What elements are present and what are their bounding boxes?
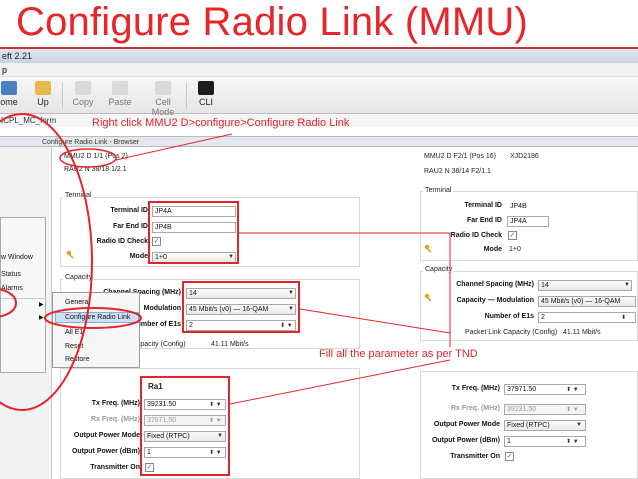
annotation-connector <box>239 232 451 347</box>
annotation-connector <box>299 308 451 334</box>
annotation-ellipse-configure <box>0 288 17 318</box>
annotation-overlay <box>0 113 451 411</box>
annotation-ellipse-left <box>0 113 93 411</box>
annotation-top: Right click MMU2 D>configure>Configure R… <box>92 117 350 129</box>
annotation-ellipse-submenu <box>44 307 142 329</box>
annotation-connector <box>229 359 451 405</box>
annotation-ellipse-node <box>59 148 117 168</box>
annotation-connector <box>115 133 233 161</box>
annotation-bottom: Fill all the parameter as per TND <box>319 348 478 360</box>
